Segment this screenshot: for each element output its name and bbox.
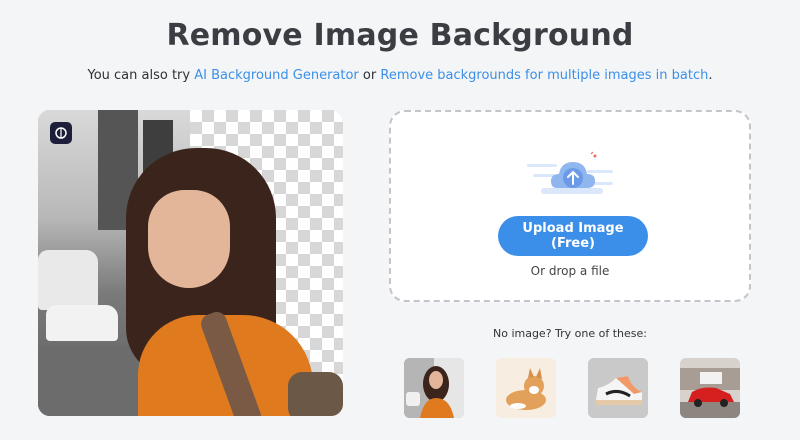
subtitle-mid: or: [358, 68, 381, 83]
page-subtitle: You can also try AI Background Generator…: [0, 68, 800, 83]
woman-photo-icon: [404, 358, 464, 418]
page-title: Remove Image Background: [166, 18, 634, 53]
dog-photo-icon: [496, 358, 556, 418]
red-car-photo-icon: [680, 358, 740, 418]
sample-woman-thumbnail[interactable]: [404, 358, 464, 418]
batch-remove-link[interactable]: Remove backgrounds for multiple images i…: [380, 68, 708, 83]
sneaker-photo-icon: [588, 358, 648, 418]
brand-logo-icon: [50, 122, 72, 144]
upload-image-button[interactable]: Upload Image (Free): [498, 216, 648, 256]
cloud-upload-icon: [527, 150, 617, 200]
upload-dropzone[interactable]: Upload Image (Free) Or drop a file: [389, 110, 751, 302]
drop-file-hint: Or drop a file: [530, 264, 610, 278]
sample-dog-thumbnail[interactable]: [496, 358, 556, 418]
hero-demo-image: [38, 110, 343, 416]
sample-car-thumbnail[interactable]: [680, 358, 740, 418]
sample-images: [404, 358, 740, 418]
subject-face: [148, 190, 230, 288]
backpack: [288, 372, 343, 416]
sample-prompt: No image? Try one of these:: [492, 327, 647, 340]
sample-sneaker-thumbnail[interactable]: [588, 358, 648, 418]
subtitle-prefix: You can also try: [87, 68, 195, 83]
subtitle-suffix: .: [708, 68, 713, 83]
ai-background-generator-link[interactable]: AI Background Generator: [194, 68, 359, 83]
